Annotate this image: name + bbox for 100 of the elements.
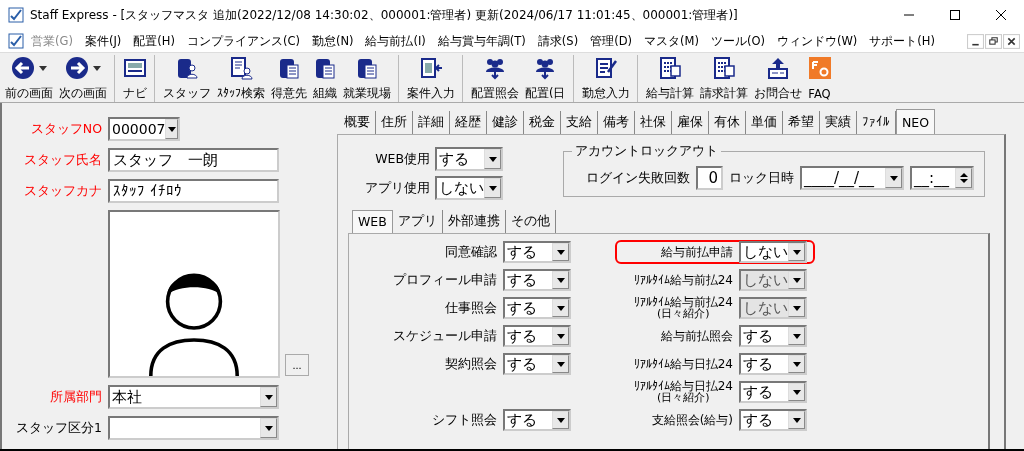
dropdown-field[interactable]: する (435, 147, 503, 171)
count-field[interactable]: 0 (696, 166, 723, 190)
field-label: スタッフNO (29, 120, 102, 138)
toolbar-button[interactable]: 勤怠入力 (572, 55, 633, 102)
menu-item[interactable]: 案件(J) (79, 33, 127, 49)
dropdown-field[interactable]: する (503, 409, 571, 431)
app-icon (8, 33, 24, 49)
menu-item[interactable]: 給与賞与年調(T) (432, 33, 531, 49)
dropdown-field[interactable]: する (739, 409, 807, 431)
field-label: 所属部門 (49, 388, 102, 406)
dropdown-field[interactable]: する (503, 269, 571, 291)
tab[interactable]: 支給 (561, 111, 598, 134)
dropdown-field[interactable]: する (739, 381, 807, 403)
toolbar-button[interactable]: 給与計算 (636, 55, 697, 102)
toolbar-button[interactable]: 請求計算 (696, 55, 751, 102)
menu-item[interactable]: ツール(O) (705, 33, 770, 49)
tab[interactable]: 外部連携 (442, 210, 506, 233)
dropdown-field[interactable]: しない (435, 176, 503, 200)
dropdown-arrow-icon (264, 425, 273, 431)
dropdown-field[interactable]: する (739, 353, 807, 375)
faq-icon (807, 56, 832, 80)
toolbar-button[interactable]: 前の画面 (2, 55, 56, 102)
dropdown-field[interactable]: する (503, 241, 571, 263)
setting-label: シフト照会 (432, 411, 497, 429)
toolbar-button[interactable]: ｽﾀｯﾌ検索 (214, 55, 268, 102)
menu-item[interactable]: 給与前払(I) (360, 33, 431, 49)
date-field[interactable]: ____/__/__ (800, 166, 904, 190)
tab[interactable]: 実績 (820, 111, 857, 134)
setting-label: ﾘｱﾙﾀｲﾑ給与前払24 (633, 297, 733, 308)
group-title: アカウントロックアウト (572, 143, 721, 160)
toolbar-button[interactable]: 組織 (310, 55, 340, 102)
dropdown-arrow-icon (792, 305, 801, 311)
staff-number-dropdown[interactable]: 000007 (108, 117, 180, 141)
tab[interactable]: 健診 (487, 111, 524, 134)
dropdown-arrow-icon (556, 305, 565, 311)
spinner-icon (959, 172, 968, 184)
tab[interactable]: 経歴 (450, 111, 487, 134)
toolbar-button[interactable]: FAQ (804, 55, 835, 102)
toolbar-button[interactable]: ナビ (114, 55, 150, 102)
browse-button[interactable]: ... (285, 354, 309, 376)
menu-item[interactable]: 勤怠(N) (306, 33, 359, 49)
toolbar-button[interactable]: 配置(日 (522, 55, 569, 102)
dropdown-caret-icon[interactable] (39, 65, 47, 71)
dropdown-arrow-icon (556, 277, 565, 283)
text-field[interactable]: スタッフ 一朗 (108, 148, 279, 172)
tab[interactable]: 希望 (783, 111, 820, 134)
tab[interactable]: 社保 (635, 111, 672, 134)
setting-note: (日々紹介) (657, 308, 710, 319)
field-label: ロック日時 (729, 169, 794, 187)
toolbar-button[interactable]: スタッフ (154, 55, 214, 102)
menu-item[interactable]: サポート(H) (864, 33, 940, 49)
menu-item[interactable]: 管理(D) (585, 33, 637, 49)
tab[interactable]: 概要 (339, 111, 376, 134)
tab[interactable]: 詳細 (413, 111, 450, 134)
restore-icon[interactable] (985, 33, 1002, 49)
setting-label: 同意確認 (445, 243, 497, 261)
toolbar-button[interactable]: 配置照会 (462, 55, 522, 102)
dropdown-field[interactable]: する (739, 325, 807, 347)
dropdown-field[interactable]: する (503, 325, 571, 347)
calculator-icon (657, 56, 682, 80)
tab[interactable]: 備考 (598, 111, 635, 134)
toolbar-button[interactable]: 就業現場 (340, 55, 394, 102)
menu-item[interactable]: ウィンドウ(W) (771, 33, 863, 49)
tab[interactable]: アプリ (392, 210, 443, 233)
tab[interactable]: 住所 (376, 111, 413, 134)
tab[interactable]: WEB (352, 210, 393, 233)
text-field[interactable]: ｽﾀｯﾌ ｲﾁﾛｳ (108, 179, 279, 203)
window-title: Staff Express - [スタッフマスタ 追加(2022/12/08 14:30:02、000001:管理者) 更新(2024/06/17 11:01:45、000001:管理者)] (30, 6, 738, 24)
close-icon[interactable] (1003, 33, 1020, 49)
setting-label: ﾘｱﾙﾀｲﾑ給与前払24 (633, 274, 733, 286)
document-arrow-icon (419, 56, 443, 80)
tab[interactable]: 有休 (709, 111, 746, 134)
tab[interactable]: その他 (505, 210, 556, 233)
time-field[interactable]: __:__ (910, 166, 974, 190)
dropdown-field[interactable]: する (503, 353, 571, 375)
menu-item[interactable]: マスタ(M) (639, 33, 704, 49)
dropdown-field[interactable]: 本社 (108, 385, 279, 409)
menu-item[interactable]: 請求(S) (532, 33, 584, 49)
setting-label: ﾘｱﾙﾀｲﾑ給与日払24 (633, 381, 733, 392)
toolbar-button[interactable]: お問合せ (750, 55, 805, 102)
menu-item[interactable]: コンプライアンス(C) (181, 33, 305, 49)
field-label: スタッフカナ (23, 182, 102, 200)
toolbar-button[interactable]: 得意先 (268, 55, 310, 102)
menu-item[interactable]: 配置(H) (128, 33, 180, 49)
dropdown-arrow-icon (556, 333, 565, 339)
field-label: WEB使用 (374, 150, 430, 168)
people-icon (483, 56, 507, 80)
toolbar-button[interactable]: 次の画面 (56, 55, 110, 102)
tab[interactable]: 税金 (524, 111, 561, 134)
tab[interactable]: NEO (896, 109, 936, 134)
setting-label: 給与前払照会 (661, 330, 733, 342)
tab[interactable]: 雇保 (672, 111, 709, 134)
dropdown-field[interactable]: しない (739, 241, 807, 263)
toolbar-button[interactable]: 案件入力 (398, 55, 458, 102)
dropdown-caret-icon[interactable] (93, 65, 101, 71)
minimize-icon[interactable] (967, 33, 984, 49)
dropdown-field[interactable] (108, 416, 279, 440)
setting-label: プロフィール申請 (393, 271, 497, 289)
dropdown-field[interactable]: する (503, 297, 571, 319)
tab[interactable]: 単価 (746, 111, 783, 134)
